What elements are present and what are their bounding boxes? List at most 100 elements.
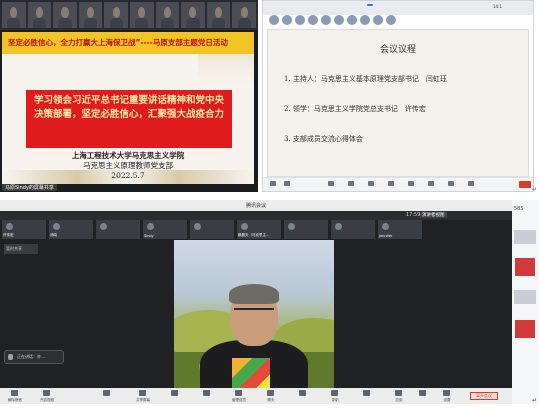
participant-avatar[interactable] <box>373 15 383 25</box>
chat-button[interactable] <box>387 181 395 188</box>
participant-name: 许传宏 <box>3 233 14 237</box>
side-red-block <box>515 258 535 276</box>
avatar <box>147 223 154 230</box>
control-label: 聊天 <box>267 398 275 402</box>
record-icon <box>331 390 338 396</box>
participant-thumbnail[interactable] <box>2 2 26 28</box>
chat-button[interactable]: 聊天 <box>264 390 276 402</box>
apps-button[interactable]: 应用 <box>392 390 404 402</box>
security-button[interactable] <box>100 390 112 397</box>
small-window-label: 暂时共享 <box>6 246 22 251</box>
participant-video[interactable]: 汤晓 <box>49 220 93 239</box>
camera-icon <box>43 390 50 396</box>
settings-button[interactable]: 设置 <box>440 390 452 402</box>
side-thumbnail[interactable] <box>514 230 536 244</box>
small-window[interactable]: 暂时共享 <box>4 244 38 254</box>
interact-icon <box>171 390 178 396</box>
window-title-bar: 腾讯会议 <box>0 200 512 211</box>
share-screen-button[interactable] <box>347 181 355 188</box>
apps-icon <box>395 390 402 396</box>
camera-icon <box>284 181 290 186</box>
participant-video[interactable]: 许传宏 <box>2 220 46 239</box>
participant-thumbnail[interactable] <box>181 2 205 28</box>
shirt-graphic <box>232 358 270 388</box>
participant-thumbnail[interactable] <box>232 2 256 28</box>
agenda-title: 会议议程 <box>379 45 416 55</box>
return-mark: ↵ <box>532 397 538 404</box>
end-meeting-button[interactable] <box>519 181 531 188</box>
participant-thumbnail[interactable] <box>206 2 231 28</box>
speaking-label: 正在讲话：许… <box>17 354 45 359</box>
participant-avatar[interactable] <box>295 15 305 25</box>
participant-thumbnail-strip <box>0 0 258 30</box>
participant-thumbnail[interactable] <box>27 2 52 28</box>
manage-members-button[interactable]: 管理成员 <box>232 390 246 402</box>
participant-video[interactable] <box>331 220 375 239</box>
leave-meeting-button[interactable]: 离开会议 <box>470 392 498 400</box>
share-icon <box>139 390 146 396</box>
share-screen-button[interactable]: 共享屏幕 <box>136 390 150 402</box>
side-red-block <box>515 320 535 338</box>
participant-video[interactable]: Sindy <box>143 220 187 239</box>
security-button[interactable] <box>327 181 335 188</box>
participant-video[interactable] <box>96 220 140 239</box>
shared-slide-title: 坚定必胜信心，全力打赢大上海保卫战”----马原支部主题党日活动 学习领会习近平… <box>2 32 254 184</box>
participant-video[interactable] <box>190 220 234 239</box>
participant-thumbnail[interactable] <box>53 2 77 28</box>
more-button[interactable] <box>467 181 475 188</box>
side-thumbnail[interactable] <box>514 290 536 304</box>
view-mode-button[interactable]: 演讲者视图 <box>420 212 447 218</box>
participant-avatar[interactable] <box>308 15 318 25</box>
minutes-button[interactable] <box>296 390 308 397</box>
return-mark: ↵ <box>532 186 538 193</box>
side-number: 585 <box>514 206 524 212</box>
participant-thumbnail[interactable] <box>129 2 154 28</box>
agenda-item: 1. 主持人：马克思主义基本原理党支部书记 闫虹珏 <box>284 75 447 83</box>
mic-icon <box>8 354 13 360</box>
main-speaker-video[interactable] <box>174 240 334 388</box>
participant-avatar[interactable] <box>282 15 292 25</box>
participant-thumbnail[interactable] <box>104 2 128 28</box>
speaker-hair <box>229 284 279 304</box>
mic-button[interactable] <box>269 181 277 188</box>
chat-icon <box>388 181 394 186</box>
participant-video[interactable]: 赖晨天（马克思主… <box>237 220 281 239</box>
avatar <box>382 223 389 230</box>
gear-icon <box>443 390 450 396</box>
settings-button[interactable] <box>447 181 455 188</box>
slide-red-text: 学习领会习近平总书记重要讲话精神和党中央决策部署，坚定必胜信心，汇聚强大战疫合力 <box>33 95 224 120</box>
avatar <box>241 223 248 230</box>
camera-button[interactable] <box>283 181 291 188</box>
sign-in-button[interactable] <box>360 390 372 397</box>
meeting-window-left: 坚定必胜信心，全力打赢大上海保卫战”----马原支部主题党日活动 学习领会习近平… <box>0 0 258 192</box>
rooms-button[interactable] <box>416 390 428 397</box>
control-label: 管理成员 <box>232 398 246 402</box>
apps-button[interactable] <box>427 181 435 188</box>
participant-name: 汤晓 <box>50 233 57 237</box>
agenda-item: 2. 领学：马克思主义学院党总支书记 许传宏 <box>284 105 426 113</box>
unmute-button[interactable]: 解除静音 <box>8 390 22 402</box>
participant-avatar[interactable] <box>347 15 357 25</box>
gear-icon <box>448 181 454 186</box>
chat-icon <box>267 390 274 396</box>
interact-button[interactable] <box>168 390 180 397</box>
start-video-button[interactable]: 开启视频 <box>40 390 54 402</box>
control-label: 应用 <box>395 398 403 402</box>
check-icon <box>363 390 370 396</box>
participant-avatar[interactable] <box>321 15 331 25</box>
avatar <box>100 223 107 230</box>
record-button[interactable]: 录制 <box>328 390 340 402</box>
participants-button[interactable] <box>367 181 375 188</box>
participant-avatar[interactable] <box>386 15 396 25</box>
participant-avatar[interactable] <box>334 15 344 25</box>
participant-avatar[interactable] <box>360 15 370 25</box>
share-title-badge[interactable] <box>367 4 373 6</box>
control-bar <box>263 177 533 191</box>
participant-avatar[interactable] <box>269 15 279 25</box>
participant-thumbnail[interactable] <box>155 2 180 28</box>
record-button[interactable] <box>407 181 415 188</box>
participant-thumbnail[interactable] <box>78 2 103 28</box>
participant-video[interactable]: jennifer <box>378 220 422 239</box>
participant-video[interactable] <box>284 220 328 239</box>
invite-button[interactable] <box>200 390 212 397</box>
